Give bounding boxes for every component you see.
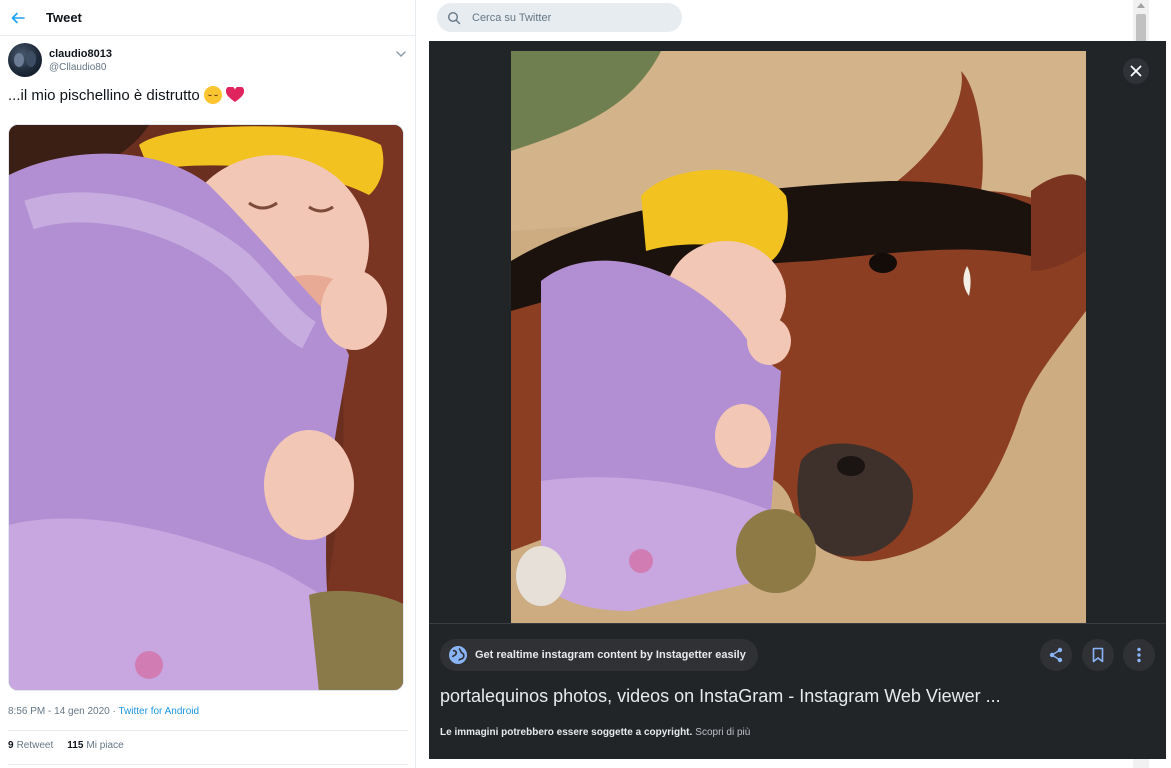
page: Tweet claudio8013 @Cllaudio80 ...il mio …	[0, 0, 1171, 768]
like-stat[interactable]: 115 Mi piace	[67, 740, 123, 751]
search-icon	[447, 11, 461, 24]
viewer-divider	[429, 623, 1166, 624]
globe-icon	[449, 646, 467, 664]
retweet-stat[interactable]: 9 Retweet	[8, 740, 53, 751]
close-icon	[1130, 65, 1142, 77]
tweet-text-content: ...il mio pischellino è distrutto	[8, 86, 200, 104]
save-button[interactable]	[1082, 639, 1114, 671]
header-title: Tweet	[46, 10, 82, 25]
close-viewer-button[interactable]	[1123, 58, 1149, 84]
retweet-label: Retweet	[16, 740, 54, 751]
divider	[8, 730, 408, 731]
search-input[interactable]	[472, 11, 672, 24]
tweet-metadata: 8:56 PM - 14 gen 2020 · Twitter for Andr…	[8, 706, 199, 717]
tweet-column: Tweet claudio8013 @Cllaudio80 ...il mio …	[0, 0, 416, 768]
tweet-timestamp[interactable]: 8:56 PM - 14 gen 2020	[8, 706, 110, 717]
tweet-photo-image	[9, 125, 403, 690]
chevron-down-icon[interactable]	[394, 47, 408, 61]
viewer-photo-image	[511, 51, 1086, 623]
tweet-text: ...il mio pischellino è distrutto	[8, 86, 244, 104]
share-button[interactable]	[1040, 639, 1072, 671]
red-heart-emoji-icon	[225, 87, 244, 102]
copyright-text: Le immagini potrebbero essere soggette a…	[440, 727, 693, 738]
tweet-client-link[interactable]: Twitter for Android	[118, 706, 199, 717]
search-box[interactable]	[437, 3, 682, 32]
back-arrow-icon	[11, 12, 25, 23]
image-viewer-panel: Get realtime instagram content by Instag…	[429, 41, 1166, 759]
author-name[interactable]: claudio8013	[49, 48, 112, 60]
scroll-thumb[interactable]	[1136, 14, 1146, 44]
share-icon	[1049, 647, 1063, 663]
like-count: 115	[67, 740, 84, 751]
back-button[interactable]	[0, 0, 36, 36]
scroll-up-arrow-icon[interactable]	[1137, 3, 1145, 8]
retweet-count: 9	[8, 740, 14, 751]
copyright-notice: Le immagini potrebbero essere soggette a…	[440, 727, 750, 738]
tweet-header: Tweet	[0, 0, 415, 36]
bookmark-icon	[1092, 647, 1104, 663]
more-options-button[interactable]	[1123, 639, 1155, 671]
more-vert-icon	[1137, 647, 1141, 663]
viewer-image[interactable]	[511, 51, 1086, 623]
tweet-author: claudio8013 @Cllaudio80	[8, 43, 408, 79]
relieved-face-emoji-icon	[203, 86, 222, 104]
author-handle[interactable]: @Cllaudio80	[49, 62, 106, 73]
avatar[interactable]	[8, 43, 42, 77]
tweet-stats: 9 Retweet 115 Mi piace	[8, 740, 124, 751]
source-chip[interactable]: Get realtime instagram content by Instag…	[440, 639, 758, 671]
learn-more-link[interactable]: Scopri di più	[695, 727, 750, 738]
source-label: Get realtime instagram content by Instag…	[475, 649, 746, 661]
like-label: Mi piace	[86, 740, 124, 751]
divider	[8, 764, 408, 765]
tweet-photo[interactable]	[8, 124, 404, 691]
result-title-link[interactable]: portalequinos photos, videos on InstaGra…	[440, 686, 1001, 707]
